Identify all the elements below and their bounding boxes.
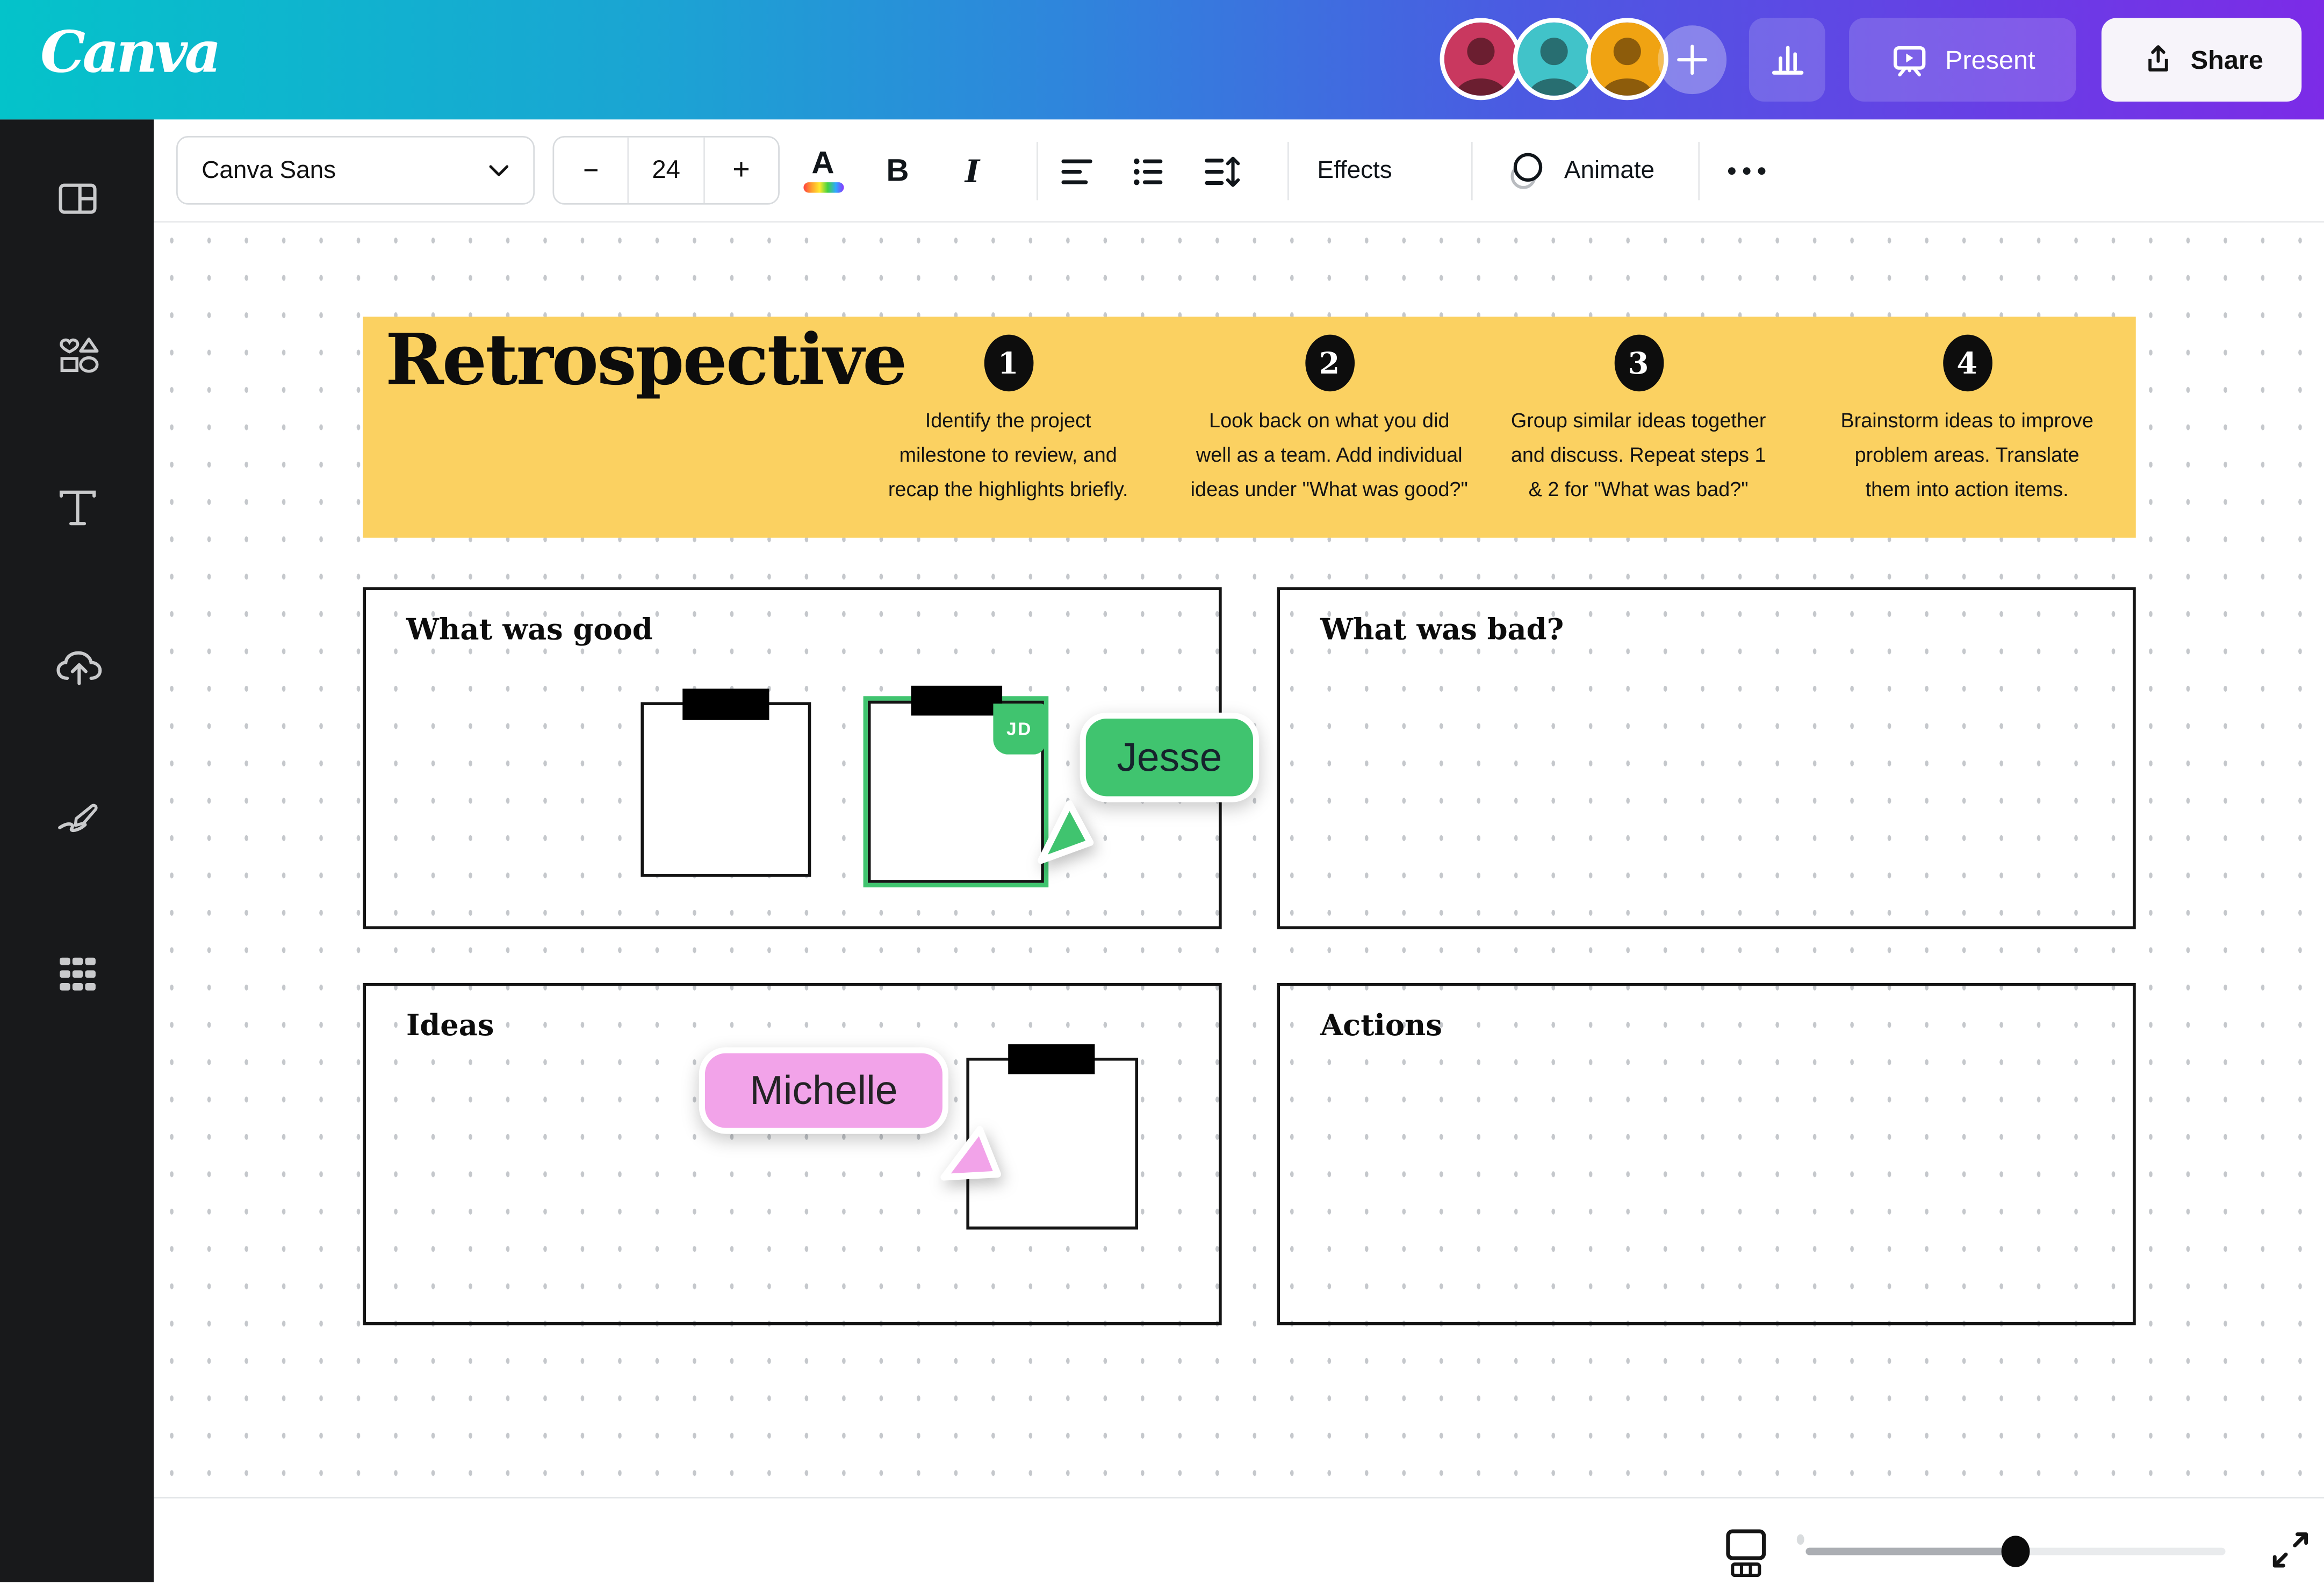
- align-icon: [1059, 155, 1095, 188]
- avatar[interactable]: [1586, 18, 1668, 100]
- cloud-upload-icon: [55, 646, 103, 690]
- bottom-bar: [154, 1497, 2324, 1582]
- plus-icon: [1676, 44, 1709, 76]
- chart-icon: [1768, 40, 1807, 79]
- tape-decoration: [1008, 1044, 1095, 1074]
- step-text: Look back on what you did well as a team…: [1191, 403, 1468, 506]
- share-label: Share: [2191, 44, 2263, 75]
- toolbar-separator: [1287, 142, 1289, 200]
- bullet-list-button[interactable]: [1117, 119, 1180, 223]
- spacing-icon: [1203, 153, 1241, 189]
- selection-user-badge: JD: [993, 704, 1045, 755]
- text-align-button[interactable]: [1046, 119, 1109, 223]
- more-options-button[interactable]: [1716, 119, 1776, 223]
- collaborator-name: Jesse: [1117, 734, 1222, 780]
- present-button[interactable]: Present: [1849, 18, 2076, 102]
- top-bar: Canva Present: [0, 0, 2324, 119]
- text-color-button[interactable]: A: [793, 119, 853, 223]
- grid-view-icon: [1721, 1527, 1772, 1578]
- font-family-dropdown[interactable]: Canva Sans: [176, 136, 535, 205]
- what-was-bad-box[interactable]: What was bad?: [1277, 587, 2136, 929]
- sticky-note-selected[interactable]: JD: [868, 701, 1044, 883]
- add-collaborator-button[interactable]: [1658, 25, 1726, 94]
- share-button[interactable]: Share: [2102, 18, 2301, 102]
- zoom-slider-fill: [1805, 1548, 2016, 1555]
- line-spacing-button[interactable]: [1189, 119, 1255, 223]
- text-icon: [55, 485, 100, 530]
- step-number-badge: 4: [1942, 335, 1992, 392]
- bold-button[interactable]: B: [868, 119, 927, 223]
- text-color-label: A: [811, 149, 834, 180]
- expand-icon: [2269, 1528, 2312, 1572]
- tape-decoration: [682, 688, 769, 720]
- step-1[interactable]: 1 Identify the project milestone to revi…: [851, 335, 1165, 507]
- zoom-slider-handle[interactable]: [2002, 1536, 2030, 1567]
- step-text: Brainstorm ideas to improve problem area…: [1840, 403, 2093, 506]
- step-number-badge: 1: [983, 335, 1033, 392]
- actions-box[interactable]: Actions: [1277, 983, 2136, 1325]
- michelle-cursor-label: Michelle: [699, 1047, 948, 1134]
- present-icon: [1890, 40, 1930, 80]
- effects-button[interactable]: Effects: [1301, 119, 1408, 223]
- canva-editor: Canva Present: [0, 0, 2324, 1582]
- box-title: What was good: [406, 613, 653, 647]
- toolbar-separator: [1037, 142, 1038, 200]
- sidebar-item-text[interactable]: [55, 485, 100, 530]
- sidebar-item-templates[interactable]: [55, 176, 100, 221]
- font-size-value[interactable]: 24: [628, 138, 704, 203]
- fullscreen-button[interactable]: [2269, 1528, 2312, 1579]
- animate-label: Animate: [1564, 157, 1654, 185]
- animate-icon: [1506, 150, 1550, 192]
- jesse-cursor-icon: [1027, 792, 1099, 870]
- whiteboard-canvas[interactable]: Retrospective 1 Identify the project mil…: [154, 223, 2324, 1497]
- sidebar: [0, 119, 154, 1582]
- retrospective-banner[interactable]: Retrospective 1 Identify the project mil…: [363, 317, 2135, 537]
- box-title: What was bad?: [1320, 613, 1564, 647]
- share-upload-icon: [2140, 42, 2176, 78]
- font-size-decrease-button[interactable]: −: [554, 138, 628, 203]
- zoom-min-marker: [1797, 1534, 1804, 1545]
- canva-logo[interactable]: Canva: [40, 18, 218, 85]
- step-text: Identify the project milestone to review…: [888, 403, 1128, 506]
- jesse-cursor-label: Jesse: [1080, 713, 1260, 802]
- font-size-increase-button[interactable]: +: [704, 138, 778, 203]
- sidebar-item-draw[interactable]: [55, 795, 100, 840]
- draw-pen-icon: [55, 795, 103, 840]
- rainbow-color-bar: [803, 182, 843, 192]
- italic-button[interactable]: I: [942, 119, 1002, 223]
- tape-decoration: [911, 686, 1003, 716]
- avatar[interactable]: [1440, 18, 1522, 100]
- present-label: Present: [1945, 44, 2035, 75]
- step-4[interactable]: 4 Brainstorm ideas to improve problem ar…: [1810, 335, 2124, 507]
- collaborator-name: Michelle: [750, 1067, 897, 1114]
- step-3[interactable]: 3 Group similar ideas together and discu…: [1481, 335, 1795, 507]
- sidebar-item-uploads[interactable]: [55, 646, 100, 690]
- step-2[interactable]: 2 Look back on what you did well as a te…: [1172, 335, 1486, 507]
- grid-view-button[interactable]: [1721, 1527, 1772, 1585]
- step-number-badge: 3: [1614, 335, 1663, 392]
- sidebar-item-apps[interactable]: [55, 952, 100, 996]
- sidebar-item-elements[interactable]: [55, 332, 100, 376]
- apps-grid-icon: [55, 952, 100, 996]
- toolbar-separator: [1471, 142, 1473, 200]
- font-family-value: Canva Sans: [202, 156, 488, 184]
- insights-button[interactable]: [1749, 18, 1825, 102]
- toolbar-separator: [1698, 142, 1700, 200]
- step-text: Group similar ideas together and discuss…: [1511, 403, 1766, 506]
- elements-shapes-icon: [55, 332, 100, 376]
- box-title: Actions: [1320, 1008, 1442, 1043]
- sticky-note[interactable]: [641, 702, 811, 877]
- page-title: Retrospective: [385, 322, 905, 400]
- box-title: Ideas: [406, 1008, 494, 1043]
- michelle-cursor-icon: [935, 1119, 1006, 1194]
- animate-button[interactable]: Animate: [1483, 119, 1677, 223]
- templates-icon: [55, 176, 100, 221]
- avatar[interactable]: [1513, 18, 1595, 100]
- font-size-stepper: − 24 +: [552, 136, 779, 205]
- format-toolbar: Canva Sans − 24 + A B I: [154, 119, 2324, 223]
- list-icon: [1131, 155, 1167, 188]
- step-number-badge: 2: [1305, 335, 1354, 392]
- chevron-down-icon: [488, 163, 509, 177]
